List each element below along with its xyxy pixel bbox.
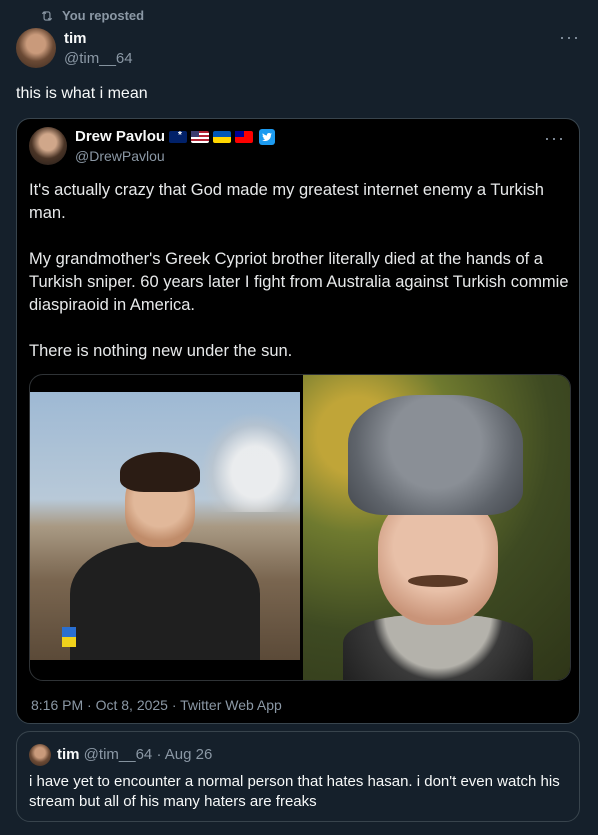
tweet-paragraph: It's actually crazy that God made my gre… [29,181,544,222]
taiwan-flag-icon [235,130,254,143]
nested-date[interactable]: · Aug 26 [156,746,212,763]
ukraine-patch-icon [62,627,76,647]
nested-tweet-text: i have yet to encounter a normal person … [29,773,560,810]
person-hair-shape [120,452,200,492]
nested-author-name[interactable]: tim [57,746,80,763]
nested-header: tim @tim__64 · Aug 26 [57,746,212,763]
mustache-shape [408,575,468,587]
quoted-tweet-text: It's actually crazy that God made my gre… [29,179,569,386]
fur-hat-shape [348,395,523,515]
photo-left[interactable] [30,392,300,660]
repost-indicator: You reposted [40,8,144,23]
bird-badge-icon [259,128,276,145]
author-handle[interactable]: @tim__64 [64,50,133,67]
nested-author-handle[interactable]: @tim__64 [84,746,153,763]
tweet-paragraph: There is nothing new under the sun. [29,342,293,360]
person-body-shape [70,542,260,660]
avatar[interactable] [16,28,56,68]
tweet-paragraph: My grandmother's Greek Cypriot brother l… [29,250,569,314]
quoted-author-name[interactable]: Drew Pavlou [75,128,165,145]
media-grid[interactable] [29,374,571,681]
quoted-avatar[interactable] [29,127,67,165]
post-text: this is what i mean [16,85,148,102]
quoted-author-handle[interactable]: @DrewPavlou [75,148,165,164]
photo-right[interactable] [303,375,570,680]
quoted-more-options-icon[interactable]: ··· [544,129,565,147]
more-options-icon[interactable]: ··· [559,28,580,46]
author-name[interactable]: tim [64,30,87,47]
nested-avatar[interactable] [29,744,51,766]
smoke-shape [200,412,300,512]
usa-flag-icon [191,130,210,143]
repost-label: You reposted [62,8,145,23]
repost-icon [41,10,53,21]
australia-flag-icon [169,130,188,143]
quoted-author-row[interactable]: Drew Pavlou [75,128,276,145]
ukraine-flag-icon [213,130,232,143]
nested-quoted-tweet[interactable]: tim @tim__64 · Aug 26 i have yet to enco… [16,731,580,822]
quoted-tweet[interactable]: Drew Pavlou @DrewPavlou ··· It's actuall… [16,118,580,724]
tweet-meta[interactable]: 8:16 PM · Oct 8, 2025 · Twitter Web App [31,697,282,713]
